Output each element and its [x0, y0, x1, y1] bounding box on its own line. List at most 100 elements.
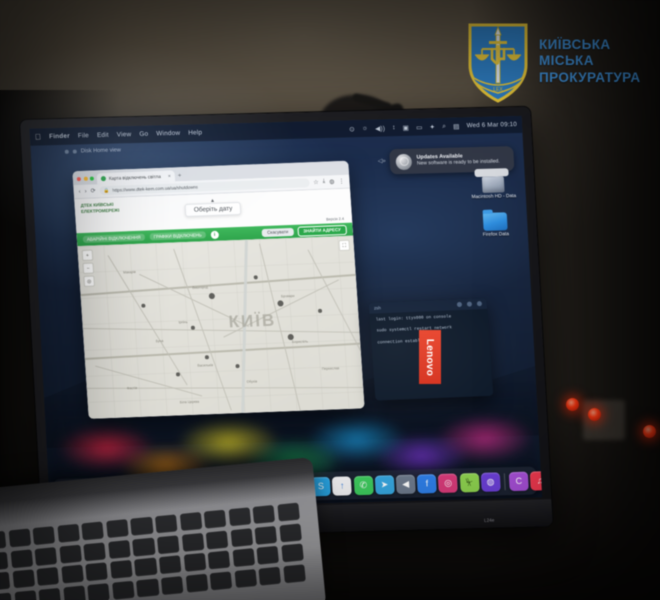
- forward-icon[interactable]: ›: [84, 188, 86, 194]
- menubar-clock[interactable]: Wed 6 Mar 09:10: [466, 121, 517, 129]
- keyboard-key[interactable]: [108, 539, 131, 559]
- browser-menu-icon[interactable]: ⋮: [338, 178, 344, 185]
- dock-item-facebook[interactable]: f: [416, 473, 437, 494]
- keyboard-key[interactable]: [111, 580, 135, 600]
- profile-avatar-icon[interactable]: ◍: [329, 178, 335, 185]
- cancel-button[interactable]: Скасувати: [261, 227, 294, 237]
- keyboard-key[interactable]: [32, 526, 56, 546]
- maximize-window-button[interactable]: [89, 176, 94, 181]
- keyboard-key[interactable]: [12, 569, 35, 589]
- keyboard-key[interactable]: [277, 502, 300, 522]
- keyboard-key[interactable]: [57, 523, 80, 543]
- keyboard-key[interactable]: [256, 545, 280, 565]
- terminal-close-button[interactable]: [476, 301, 483, 307]
- keyboard-key[interactable]: [230, 527, 253, 547]
- keyboard-key[interactable]: [279, 523, 302, 542]
- menu-item-help[interactable]: Help: [188, 129, 202, 136]
- status-icon-wifi[interactable]: ✦: [429, 123, 435, 131]
- keyboard-key[interactable]: [281, 543, 304, 563]
- map-fullscreen-button[interactable]: ⛶: [338, 239, 351, 252]
- menu-item-file[interactable]: File: [78, 132, 89, 139]
- keyboard-key[interactable]: [179, 512, 203, 531]
- keyboard-key[interactable]: [83, 541, 107, 561]
- keyboard-key[interactable]: [106, 519, 129, 539]
- dock-item-volume[interactable]: ◀: [395, 474, 416, 494]
- keyboard-key[interactable]: [232, 548, 255, 568]
- status-icon-dropbox[interactable]: ⊙: [349, 125, 355, 133]
- menu-item-window[interactable]: Window: [156, 130, 180, 138]
- keyboard-key[interactable]: [10, 548, 33, 568]
- map-marker[interactable]: [175, 372, 181, 377]
- keyboard-key[interactable]: [85, 562, 109, 582]
- keyboard-key[interactable]: [156, 534, 180, 554]
- keyboard-key[interactable]: [205, 530, 229, 550]
- apple-logo-icon[interactable]: : [35, 132, 42, 141]
- notification-updates-available[interactable]: Updates Available New software is ready …: [389, 146, 515, 178]
- desktop-icon-firefox-data[interactable]: Firefox Data: [469, 212, 522, 239]
- keyboard-key[interactable]: [34, 546, 58, 566]
- chip-outage-schedules[interactable]: ГРАФІКИ ВІДКЛЮЧЕНЬ: [149, 231, 206, 241]
- downloads-icon[interactable]: ⤓: [322, 179, 325, 186]
- bookmark-star-icon[interactable]: ☆: [313, 179, 319, 186]
- new-tab-button[interactable]: +: [178, 173, 182, 181]
- dock-item-siri[interactable]: ◍: [480, 471, 501, 492]
- status-icon-battery[interactable]: ▭: [416, 123, 423, 131]
- keyboard-key[interactable]: [181, 532, 205, 552]
- find-address-button[interactable]: ЗНАЙТИ АДРЕСУ: [296, 224, 348, 237]
- keyboard-key[interactable]: [61, 564, 84, 584]
- menu-item-edit[interactable]: Edit: [97, 132, 109, 139]
- keyboard-key[interactable]: [134, 557, 158, 577]
- map-zoom-out-button[interactable]: −: [82, 262, 95, 274]
- window-traffic-lights[interactable]: [76, 176, 95, 186]
- map-zoom-in-button[interactable]: +: [81, 249, 94, 262]
- browser-window[interactable]: Карта відключень світла × + ‹ › ⟳ 🔒 http…: [72, 160, 365, 419]
- keyboard-key[interactable]: [87, 582, 111, 600]
- menu-item-go[interactable]: Go: [139, 131, 148, 138]
- menu-item-view[interactable]: View: [117, 131, 132, 138]
- terminal-maximize-button[interactable]: [466, 301, 473, 307]
- dock-item-clips[interactable]: C: [508, 471, 529, 491]
- map-marker[interactable]: [317, 308, 323, 313]
- keyboard-key[interactable]: [0, 592, 13, 600]
- keyboard-key[interactable]: [258, 566, 282, 586]
- dock-item-whatsapp[interactable]: ✆: [353, 475, 374, 495]
- close-tab-icon[interactable]: ×: [168, 173, 171, 179]
- terminal-minimize-button[interactable]: [456, 301, 463, 308]
- keyboard-key[interactable]: [36, 566, 60, 586]
- keyboard-key[interactable]: [130, 516, 154, 536]
- dock-item-android-studio[interactable]: ⏧: [459, 472, 480, 492]
- keyboard-key[interactable]: [158, 555, 182, 575]
- keyboard-key[interactable]: [203, 509, 227, 529]
- reload-icon[interactable]: ⟳: [90, 187, 96, 194]
- keyboard-key[interactable]: [81, 521, 105, 541]
- close-window-button[interactable]: [76, 177, 82, 182]
- status-icon-spotlight-search[interactable]: ⌕: [442, 122, 446, 130]
- status-icon-display[interactable]: ☼: [362, 125, 369, 132]
- dock-item-telegram[interactable]: ➤: [374, 474, 395, 495]
- map-canvas[interactable]: КИЇВ Макарів Вишгород Бровари Ірпінь Буч…: [77, 235, 365, 419]
- map-marker[interactable]: [235, 364, 240, 369]
- map-marker[interactable]: [190, 325, 196, 330]
- keyboard-key[interactable]: [136, 577, 160, 597]
- back-icon[interactable]: ‹: [79, 189, 81, 195]
- keyboard-key[interactable]: [63, 585, 86, 600]
- keyboard-key[interactable]: [228, 507, 251, 527]
- dock-item-airdrop[interactable]: ↑: [332, 475, 353, 496]
- keyboard-key[interactable]: [0, 530, 7, 550]
- map-marker[interactable]: [253, 275, 258, 280]
- keyboard-key[interactable]: [160, 575, 184, 595]
- status-icon-notification-center[interactable]: ▤: [453, 122, 460, 130]
- keyboard-key[interactable]: [109, 559, 133, 579]
- keyboard-key[interactable]: [59, 544, 82, 564]
- keyboard-key[interactable]: [0, 551, 9, 571]
- keyboard-key[interactable]: [38, 587, 62, 600]
- keyboard-key[interactable]: [252, 504, 276, 524]
- keyboard-key[interactable]: [254, 525, 278, 545]
- keyboard-key[interactable]: [154, 514, 178, 534]
- keyboard-key[interactable]: [0, 571, 11, 591]
- keyboard-key[interactable]: [207, 550, 231, 570]
- status-icon-control-center[interactable]: ▣: [402, 123, 409, 131]
- chip-emergency-outages[interactable]: АВАРІЙНІ ВІДКЛЮЧЕННЯ: [82, 233, 145, 243]
- map-marker[interactable]: [141, 303, 146, 308]
- date-picker-tooltip[interactable]: Оберіть дату: [184, 201, 242, 218]
